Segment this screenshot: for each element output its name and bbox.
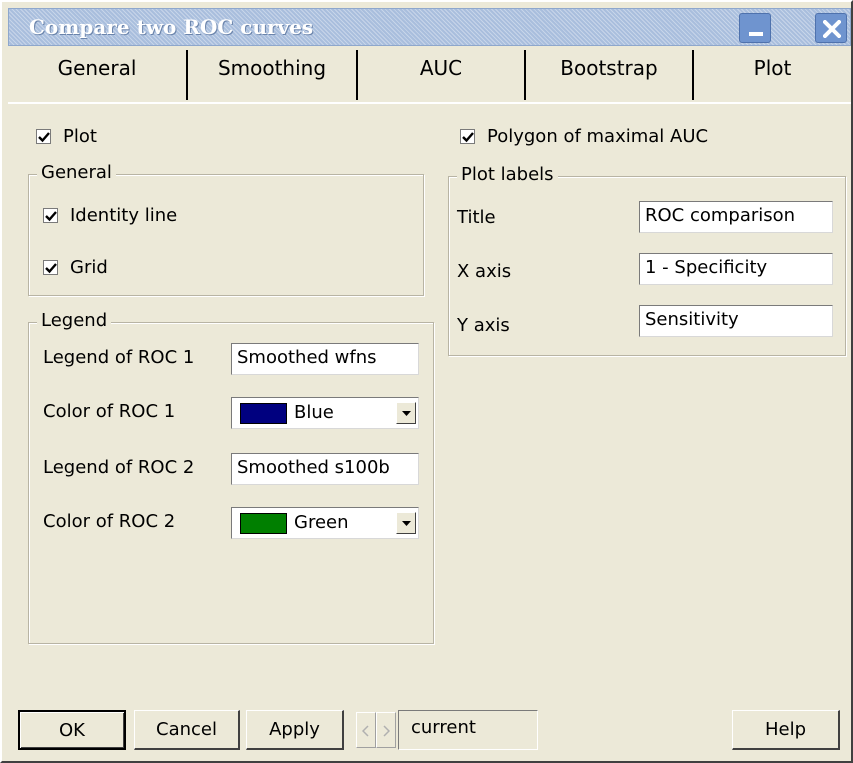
polygon-checkbox[interactable] — [460, 129, 475, 144]
current-indicator: current — [398, 710, 538, 750]
general-group-title: General — [37, 162, 116, 183]
chevron-left-icon — [362, 725, 369, 737]
color-swatch — [240, 403, 287, 424]
color-roc1-label: Color of ROC 1 — [43, 401, 176, 422]
checkmark-icon — [462, 132, 474, 143]
apply-button[interactable]: Apply — [246, 710, 344, 750]
identity-line-checkbox[interactable] — [43, 208, 58, 223]
color-roc2-select[interactable]: Green — [231, 507, 419, 539]
ok-button[interactable]: OK — [18, 710, 126, 750]
legend-roc1-input[interactable]: Smoothed wfns — [231, 343, 419, 375]
close-icon — [823, 20, 841, 38]
tab-strip: General Smoothing AUC Bootstrap Plot — [8, 50, 851, 102]
chevron-down-icon — [402, 521, 411, 526]
color-roc1-value: Blue — [294, 402, 334, 423]
close-button[interactable] — [815, 13, 847, 43]
minimize-icon — [749, 32, 763, 36]
checkmark-icon — [38, 132, 50, 143]
checkmark-icon — [45, 263, 57, 274]
x-axis-input[interactable]: 1 - Specificity — [639, 253, 833, 285]
y-axis-input[interactable]: Sensitivity — [639, 305, 833, 337]
x-axis-label: X axis — [457, 261, 512, 282]
polygon-checkbox-row[interactable]: Polygon of maximal AUC — [460, 126, 708, 147]
color-roc1-dropdown-button[interactable] — [396, 402, 416, 424]
identity-line-label: Identity line — [70, 205, 178, 226]
cancel-button[interactable]: Cancel — [134, 710, 240, 750]
tab-auc[interactable]: AUC — [358, 50, 526, 100]
plot-labels-group: Plot labels Title ROC comparison X axis … — [448, 164, 846, 356]
tab-bootstrap[interactable]: Bootstrap — [526, 50, 694, 100]
title-label: Title — [457, 207, 496, 228]
chevron-down-icon — [402, 411, 411, 416]
general-group: General Identity line Grid — [28, 162, 424, 296]
plot-tab-content: Plot Polygon of maximal AUC General Iden… — [8, 102, 851, 698]
color-roc2-label: Color of ROC 2 — [43, 511, 176, 532]
plot-checkbox[interactable] — [36, 129, 51, 144]
next-button[interactable] — [376, 712, 396, 748]
legend-roc2-label: Legend of ROC 2 — [43, 457, 195, 478]
color-roc2-dropdown-button[interactable] — [396, 512, 416, 534]
tab-plot[interactable]: Plot — [694, 50, 851, 100]
dialog-footer: OK Cancel Apply current Help — [8, 702, 851, 758]
checkmark-icon — [45, 211, 57, 222]
legend-roc2-input[interactable]: Smoothed s100b — [231, 453, 419, 485]
polygon-checkbox-label: Polygon of maximal AUC — [487, 126, 709, 147]
minimize-button[interactable] — [739, 13, 771, 43]
tab-smoothing[interactable]: Smoothing — [188, 50, 358, 100]
color-roc2-value: Green — [294, 512, 349, 533]
previous-button[interactable] — [356, 712, 376, 748]
help-button[interactable]: Help — [732, 710, 840, 750]
grid-row[interactable]: Grid — [43, 257, 108, 278]
tab-general[interactable]: General — [8, 50, 188, 100]
grid-label: Grid — [70, 257, 108, 278]
legend-group-title: Legend — [37, 310, 112, 331]
plot-labels-group-title: Plot labels — [457, 164, 558, 185]
grid-checkbox[interactable] — [43, 260, 58, 275]
plot-checkbox-row[interactable]: Plot — [36, 126, 97, 147]
legend-roc1-label: Legend of ROC 1 — [43, 347, 195, 368]
plot-checkbox-label: Plot — [63, 126, 97, 147]
title-input[interactable]: ROC comparison — [639, 201, 833, 233]
dialog-window: Compare two ROC curves General Smoothing… — [0, 0, 853, 763]
color-roc1-select[interactable]: Blue — [231, 397, 419, 429]
legend-group: Legend Legend of ROC 1 Smoothed wfns Col… — [28, 310, 434, 644]
window-title: Compare two ROC curves — [29, 15, 314, 39]
identity-line-row[interactable]: Identity line — [43, 205, 177, 226]
y-axis-label: Y axis — [457, 315, 510, 336]
color-swatch — [240, 513, 287, 534]
title-bar[interactable]: Compare two ROC curves — [8, 8, 851, 46]
chevron-right-icon — [383, 725, 390, 737]
